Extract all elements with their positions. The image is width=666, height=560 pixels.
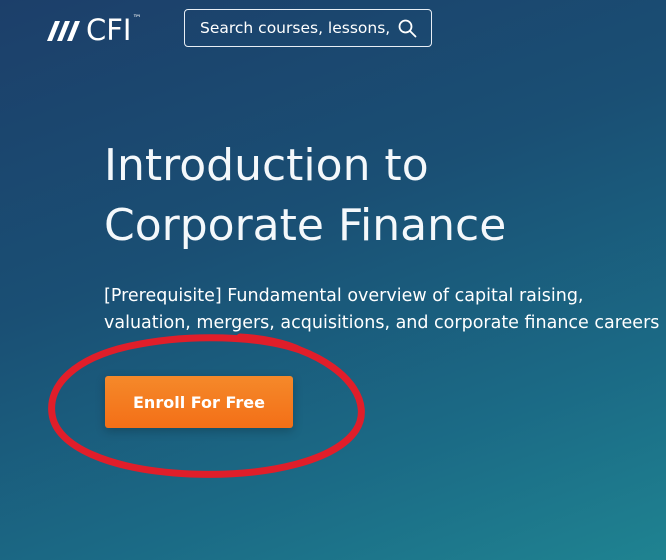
cfi-logo[interactable]: CFI ™ [46,14,141,46]
search-input[interactable] [185,11,392,45]
search-box[interactable] [184,9,432,47]
page-title: Introduction to Corporate Finance [104,136,644,256]
page-title-line-2: Corporate Finance [104,200,507,251]
page-title-line-1: Introduction to [104,140,429,191]
logo-text: CFI [86,12,132,47]
trademark-symbol: ™ [132,14,142,24]
enroll-for-free-button[interactable]: Enroll For Free [105,376,293,428]
site-header: CFI ™ [0,0,666,60]
search-icon[interactable] [397,18,417,38]
cfi-slashes-logo-icon [47,21,80,41]
course-description: [Prerequisite] Fundamental overview of c… [104,286,660,333]
red-highlight-ellipse [48,333,365,478]
